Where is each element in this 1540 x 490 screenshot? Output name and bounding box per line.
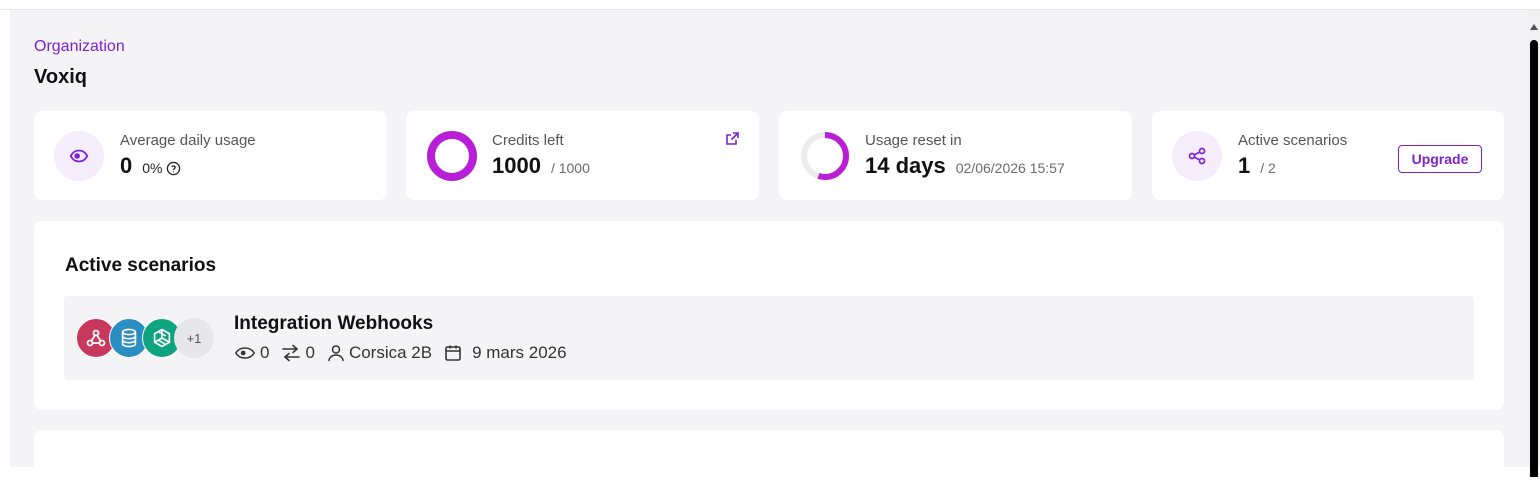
scroll-thumb[interactable]: [1530, 40, 1538, 477]
dashboard-page: Organization Voxiq Average daily usage 0…: [10, 10, 1528, 490]
credits-total: / 1000: [550, 160, 590, 176]
calendar-icon: [445, 345, 461, 361]
views-value: 0: [260, 343, 270, 362]
scenario-date: 9 mars 2026: [444, 343, 567, 363]
top-border: [0, 0, 1540, 10]
scenario-meta: 0 0 Corsica 2B 9 mars 2026: [234, 343, 579, 363]
organization-label: Organization: [34, 38, 125, 55]
daily-usage-percent-row: 0%: [142, 160, 181, 176]
daily-usage-value-row: 0 0%: [120, 153, 181, 179]
credits-value: 1000: [492, 153, 541, 178]
eye-icon: [54, 131, 104, 181]
active-scenarios-value: 1: [1238, 153, 1251, 178]
credits-ring-fill: [427, 131, 477, 181]
credits-ring: [427, 131, 477, 181]
daily-usage-label: Average daily usage: [120, 132, 256, 149]
active-scenarios-value-row: 1 / 2: [1238, 153, 1276, 179]
active-scenarios-total: / 2: [1260, 160, 1276, 176]
owner: Corsica 2B: [327, 343, 432, 363]
active-scenarios-section: Active scenarios +1 Integration Webhooks…: [34, 221, 1504, 410]
share-nodes-icon: [1172, 131, 1222, 181]
transfers-count: 0: [281, 343, 315, 363]
section-title: Active scenarios: [65, 255, 217, 276]
credits-card: Credits left 1000 / 1000: [406, 111, 759, 200]
credits-label: Credits left: [492, 132, 564, 149]
user-icon: [328, 345, 344, 362]
scenario-name[interactable]: Integration Webhooks: [234, 313, 433, 335]
usage-reset-label: Usage reset in: [865, 132, 962, 149]
daily-usage-card: Average daily usage 0 0%: [34, 111, 387, 200]
daily-usage-percent: 0%: [142, 160, 163, 176]
transfers-value: 0: [305, 343, 315, 362]
scrollbar[interactable]: [1528, 10, 1540, 477]
daily-usage-value: 0: [120, 153, 133, 178]
scroll-up-arrow[interactable]: [1530, 24, 1538, 30]
eye-icon: [234, 347, 256, 359]
more-apps-badge: +1: [174, 318, 214, 358]
upgrade-button[interactable]: Upgrade: [1398, 145, 1482, 173]
organization-name: Voxiq: [34, 66, 87, 88]
usage-reset-date: 02/06/2026 15:57: [955, 160, 1065, 176]
help-circle-icon[interactable]: [166, 161, 181, 176]
active-scenarios-card: Active scenarios 1 / 2 Upgrade: [1152, 111, 1504, 200]
next-section-card: [34, 430, 1504, 490]
swap-arrows-icon: [282, 344, 301, 362]
usage-reset-value: 14 days: [865, 153, 946, 178]
usage-reset-value-row: 14 days 02/06/2026 15:57: [865, 153, 1065, 179]
scenario-row[interactable]: +1 Integration Webhooks 0 0 Corsica 2B 9…: [64, 296, 1474, 380]
owner-name: Corsica 2B: [348, 343, 433, 362]
credits-value-row: 1000 / 1000: [492, 153, 590, 179]
views-count: 0: [234, 343, 269, 363]
date-value: 9 mars 2026: [472, 343, 567, 362]
left-gutter: [0, 10, 10, 467]
external-link-icon[interactable]: [724, 131, 740, 147]
reset-ring: [801, 132, 849, 180]
active-scenarios-label: Active scenarios: [1238, 132, 1348, 149]
usage-reset-card: Usage reset in 14 days 02/06/2026 15:57: [779, 111, 1132, 200]
